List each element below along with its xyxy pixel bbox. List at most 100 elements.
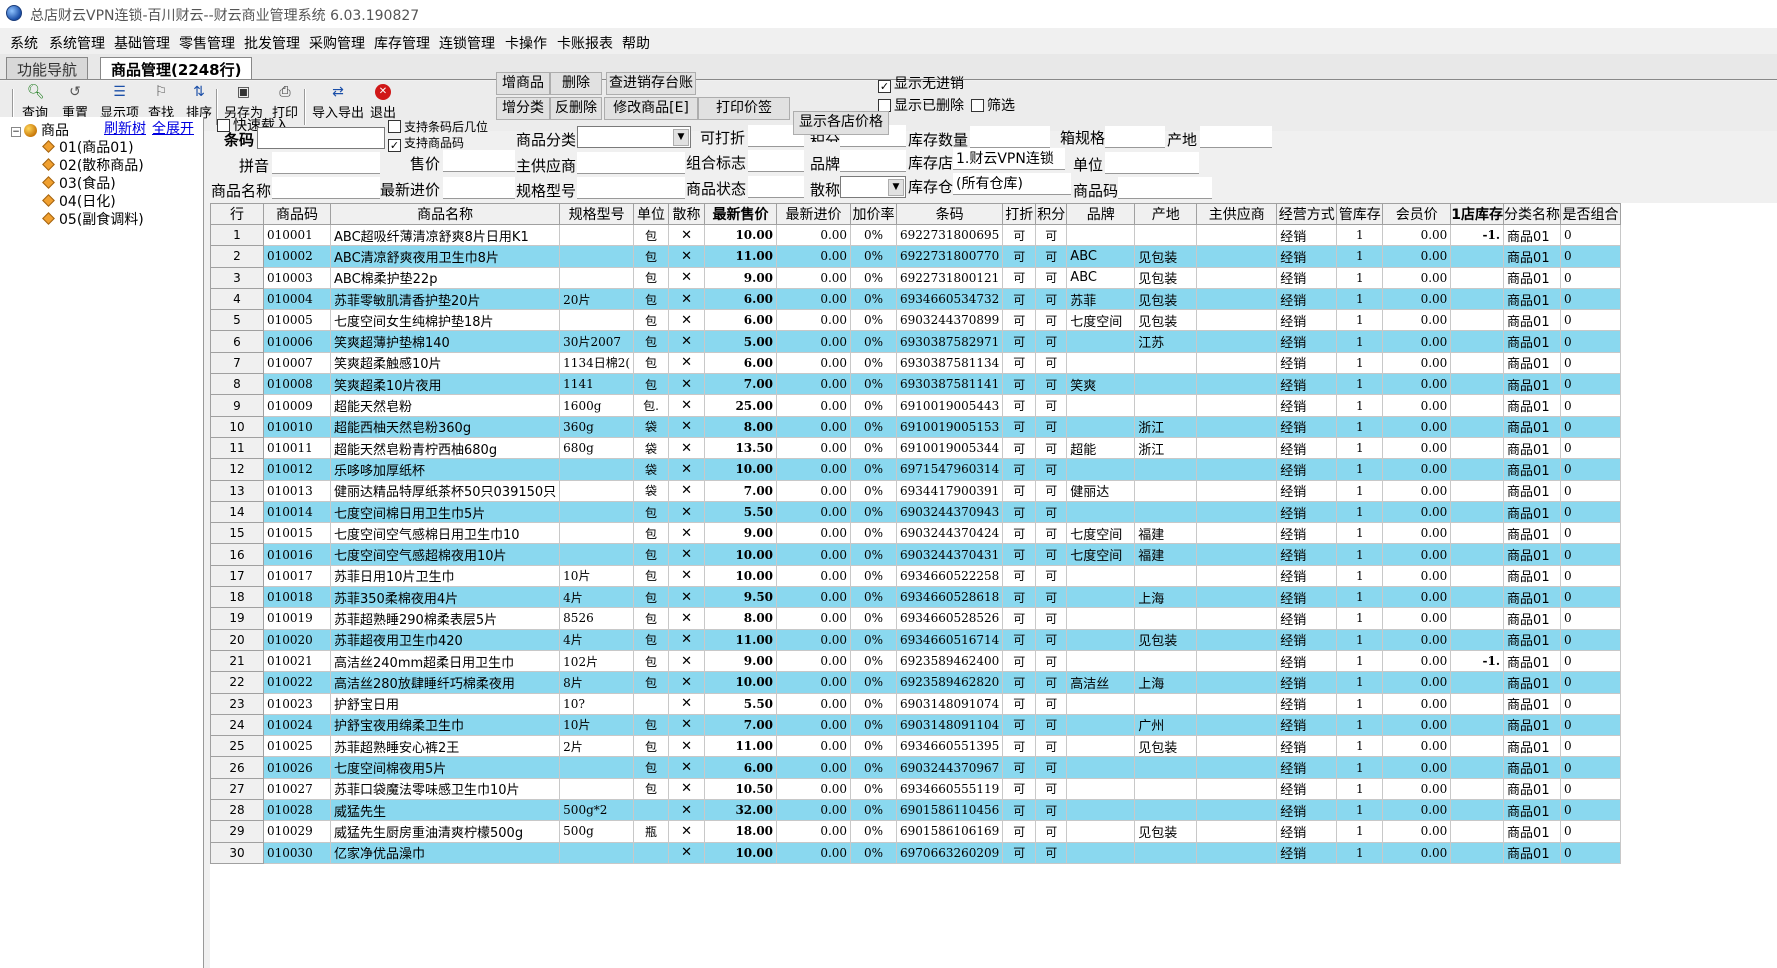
stock-store-select[interactable]: 1.财云VPN连锁 [953, 148, 1065, 170]
add-category-button[interactable]: 增分类 [496, 97, 550, 120]
column-header[interactable]: 管库存 [1336, 203, 1384, 225]
table-row[interactable]: 16 010016 七度空间空气感超棉夜用10片包 ✕ 10.00 0.00 0% 69032… [210, 543, 1622, 566]
menu-system[interactable]: 系统 [10, 33, 38, 53]
show-items-button[interactable]: ☰ 显示项 [100, 84, 139, 121]
table-row[interactable]: 22 010022 高洁丝280放肆睡纤巧棉柔夜用 8片包 ✕ 10.00 0.00 0% 69… [210, 671, 1622, 694]
menu-card-reports[interactable]: 卡账报表 [557, 33, 613, 53]
combo-flag-input[interactable] [748, 150, 804, 172]
menu-chain-management[interactable]: 连锁管理 [439, 33, 495, 53]
table-row[interactable]: 8 010008 笑爽超柔10片夜用 1141 包 ✕ 7.00 0.00 0% 69303875… [210, 373, 1622, 396]
table-row[interactable]: 27 010027 苏菲口袋魔法零味感卫生巾10片包 ✕ 10.50 0.00 0% 6934… [210, 777, 1622, 801]
menu-help[interactable]: 帮助 [622, 33, 650, 53]
column-header[interactable]: 主供应商 [1196, 203, 1278, 225]
menu-system-management[interactable]: 系统管理 [49, 33, 105, 53]
column-header[interactable]: 分类名称 [1503, 203, 1562, 225]
table-row[interactable]: 21 010021 高洁丝240mm超柔日用卫生巾 102片包 ✕ 9.00 0.00 0% 6… [210, 649, 1622, 673]
column-header[interactable]: 积分 [1035, 203, 1068, 225]
column-header[interactable]: 是否组合 [1560, 203, 1622, 225]
bulk-select[interactable]: ▼ [840, 176, 906, 198]
column-header[interactable]: 产地 [1134, 203, 1198, 225]
exit-button[interactable]: ✕ 退出 [370, 84, 396, 121]
menu-card-operation[interactable]: 卡操作 [505, 33, 547, 53]
table-row[interactable]: 11 010011 超能天然皂粉青柠西柚680g 680g 袋 ✕ 13.50 0.00 0% 6… [210, 436, 1622, 460]
column-header[interactable]: 会员价 [1382, 203, 1452, 225]
show-no-purchase-checkbox[interactable]: ✓ 显示无进销 [878, 73, 964, 93]
support-barcode-digits-checkbox[interactable]: 支持条码后几位 [388, 118, 488, 135]
print-price-tag-button[interactable]: 打印价签 [698, 97, 790, 120]
tree-item-05[interactable]: 05(副食调料) [42, 209, 144, 229]
table-row[interactable]: 18 010018 苏菲350柔棉夜用4片 4片包 ✕ 9.50 0.00 0% 6934660… [210, 586, 1622, 609]
expand-all-link[interactable]: 全展开 [152, 118, 194, 138]
chevron-down-icon[interactable]: ▼ [888, 179, 904, 196]
edit-goods-button[interactable]: 修改商品[E] [604, 97, 698, 120]
origin-input[interactable] [1200, 126, 1272, 148]
goods-code-input[interactable] [1118, 177, 1212, 199]
barcode-input[interactable] [257, 127, 385, 149]
delete-button[interactable]: 删除 [550, 72, 602, 95]
table-row[interactable]: 5 010005 七度空间女生纯棉护垫18片包 ✕ 6.00 0.00 0% 69032443… [210, 309, 1622, 332]
table-row[interactable]: 28 010028 威猛先生 500g*2 ✕ 32.00 0.00 0% 6901586110… [210, 799, 1622, 822]
tree-item-02[interactable]: 02(散称商品) [42, 155, 144, 175]
table-row[interactable]: 10 010010 超能西柚天然皂粉360g 360g 袋 ✕ 8.00 0.00 0% 6910… [210, 415, 1622, 438]
table-row[interactable]: 14 010014 七度空间棉日用卫生巾5片包 ✕ 5.50 0.00 0% 69032443… [210, 500, 1622, 524]
filter-checkbox[interactable]: 筛选 [971, 95, 1015, 115]
latest-purchase-price-input[interactable] [443, 177, 515, 199]
table-row[interactable]: 17 010017 苏菲日用10片卫生巾 10片包 ✕ 10.00 0.00 0% 693466… [210, 564, 1622, 588]
column-header[interactable]: 加价率 [850, 203, 898, 225]
goods-table[interactable]: 行商品码 商品名称 规格型号 单位 散称 最新售价 最新进价 加价率 条码 打折 积分 品牌 产地 主供应… [210, 203, 1777, 968]
find-button[interactable]: ⚐ 查找 [148, 84, 174, 121]
table-row[interactable]: 30 010030 亿家净优品澡巾 ✕ 10.00 0.00 0% 6970663260209… [210, 841, 1622, 864]
spec-model-input[interactable] [577, 177, 685, 199]
query-ledger-button[interactable]: 查进销存台账 [606, 72, 696, 95]
column-header[interactable]: 单位 [633, 203, 670, 225]
sort-button[interactable]: ⇅ 排序 [186, 84, 212, 121]
column-header[interactable]: 行 [210, 203, 264, 225]
column-header[interactable]: 品牌 [1066, 203, 1136, 225]
column-header[interactable]: 商品名称 [329, 203, 561, 225]
menu-purchase-management[interactable]: 采购管理 [309, 33, 365, 53]
brand-input[interactable] [840, 150, 906, 172]
goods-status-input[interactable] [748, 176, 804, 198]
column-header[interactable]: 最新售价 [704, 203, 778, 225]
box-spec-input[interactable] [1105, 126, 1165, 148]
undelete-button[interactable]: 反删除 [550, 97, 602, 120]
tab-function-nav[interactable]: 功能导航 [6, 57, 89, 79]
chevron-down-icon[interactable]: ▼ [673, 129, 689, 146]
tab-goods-management[interactable]: 商品管理(2248行) [100, 57, 253, 79]
table-row[interactable]: 24 010024 护舒宝夜用绵柔卫生巾 10片包 ✕ 7.00 0.00 0% 6903148… [210, 713, 1622, 737]
table-row[interactable]: 1 010001 ABC超吸纤薄清凉舒爽8片日用K1 包 ✕ 10.00 0.00 0% 692… [210, 223, 1622, 247]
column-header[interactable]: 条码 [896, 203, 1004, 225]
table-row[interactable]: 26 010026 七度空间棉夜用5片包 ✕ 6.00 0.00 0% 69032443709… [210, 756, 1622, 779]
table-row[interactable]: 9 010009 超能天然皂粉 1600g 包. ✕ 25.00 0.00 0% 69100190… [210, 394, 1622, 417]
column-header[interactable]: 商品码 [263, 203, 331, 225]
import-export-button[interactable]: ⇄ 导入导出 [312, 84, 364, 121]
table-row[interactable]: 12 010012 乐哆哆加厚纸杯袋 ✕ 10.00 0.00 0% 697154796031… [210, 458, 1622, 481]
show-store-prices-button[interactable]: 显示各店价格 [793, 111, 889, 135]
menu-retail-management[interactable]: 零售管理 [179, 33, 235, 53]
refresh-tree-link[interactable]: 刷新树 [104, 118, 146, 138]
table-row[interactable]: 4 010004 苏菲零敏肌清香护垫20片 20片包 ✕ 6.00 0.00 0% 693466… [210, 287, 1622, 311]
pinyin-input[interactable] [272, 152, 380, 174]
table-row[interactable]: 13 010013 健丽达精品特厚纸茶杯50只039150只袋 ✕ 7.00 0.00 0%… [210, 479, 1622, 502]
table-row[interactable]: 19 010019 苏菲超熟睡290棉柔表层5片 8526 包 ✕ 8.00 0.00 0% 69… [210, 607, 1622, 630]
tree-item-04[interactable]: 04(日化) [42, 191, 116, 211]
table-row[interactable]: 15 010015 七度空间空气感棉日用卫生巾10 包 ✕ 9.00 0.00 0% 69032… [210, 522, 1622, 545]
stock-qty-input[interactable] [970, 126, 1050, 148]
table-row[interactable]: 6 010006 笑爽超薄护垫棉140 30片2007 包 ✕ 5.00 0.00 0% 6930… [210, 330, 1622, 353]
column-header[interactable]: 经营方式 [1276, 203, 1338, 225]
show-deleted-checkbox[interactable]: 显示已删除 [878, 95, 964, 115]
goods-name-input[interactable] [272, 177, 380, 199]
collapse-icon[interactable]: − [11, 127, 21, 137]
menu-basic-management[interactable]: 基础管理 [114, 33, 170, 53]
reset-button[interactable]: ↺ 重置 [62, 84, 88, 121]
table-row[interactable]: 29 010029 威猛先生厨房重油清爽柠檬500g 500g 瓶 ✕ 18.00 0.00 0… [210, 820, 1622, 843]
warehouse-select[interactable]: (所有仓库) [953, 173, 1071, 195]
sale-price-input[interactable] [443, 150, 515, 172]
category-select[interactable]: ▼ [577, 126, 691, 148]
column-header[interactable]: 规格型号 [559, 203, 635, 225]
table-row[interactable]: 20 010020 苏菲超夜用卫生巾420 4片包 ✕ 11.00 0.00 0% 693466… [210, 628, 1622, 651]
tree-item-03[interactable]: 03(食品) [42, 173, 116, 193]
unit-input[interactable] [1105, 152, 1199, 174]
column-header[interactable]: 1店库存 [1450, 203, 1505, 225]
supplier-input[interactable] [577, 152, 685, 174]
